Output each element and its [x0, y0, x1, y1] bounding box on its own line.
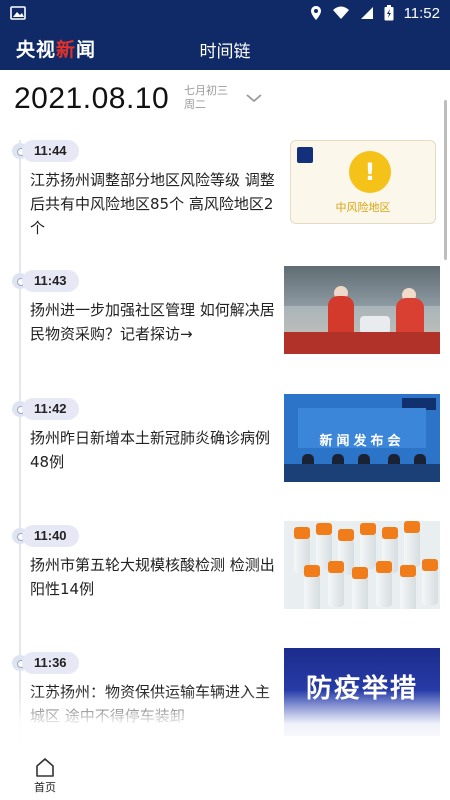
news-headline[interactable]: 扬州昨日新增本土新冠肺炎确诊病例48例	[30, 426, 276, 474]
time-badge: 11:42	[22, 398, 79, 420]
status-time: 11:52	[403, 4, 440, 22]
news-headline[interactable]: 扬州市第五轮大规模核酸检测 检测出阳性14例	[30, 553, 276, 601]
news-thumbnail[interactable]	[284, 521, 440, 609]
news-headline[interactable]: 扬州进一步加强社区管理 如何解决居民物资采购？记者探访→	[30, 298, 276, 346]
date-header: 2021.08.10 七月初三 周二	[0, 70, 450, 130]
risk-label: 中风险地区	[335, 201, 391, 214]
image-notification-icon	[10, 6, 26, 20]
cctv-news-logo	[297, 147, 313, 163]
warning-icon: !	[349, 151, 391, 193]
home-icon	[34, 756, 56, 778]
timeline-item[interactable]: 11:42 扬州昨日新增本土新冠肺炎确诊病例48例 新闻发布会	[0, 394, 450, 514]
location-icon	[310, 5, 322, 21]
timeline-item[interactable]: 11:40 扬州市第五轮大规模核酸检测 检测出阳性14例	[0, 521, 450, 641]
date-label: 2021.08.10	[14, 82, 170, 115]
press-banner: 新闻发布会	[319, 434, 405, 449]
time-badge: 11:36	[22, 652, 79, 674]
battery-charging-icon	[384, 5, 394, 21]
lunar-date: 七月初三 周二	[184, 84, 228, 111]
nav-home-label: 首页	[34, 781, 56, 794]
time-badge: 11:40	[22, 525, 79, 547]
timeline-item[interactable]: 11:44 江苏扬州调整部分地区风险等级 调整后共有中风险地区85个 高风险地区…	[0, 136, 450, 256]
news-thumbnail[interactable]: ! 中风险地区	[290, 140, 436, 224]
time-badge: 11:43	[22, 270, 79, 292]
news-thumbnail[interactable]: 新闻发布会	[284, 394, 440, 482]
news-headline[interactable]: 江苏扬州调整部分地区风险等级 调整后共有中风险地区85个 高风险地区2个	[30, 168, 276, 240]
time-badge: 11:44	[22, 140, 79, 162]
list-fade-overlay	[0, 690, 450, 752]
bottom-nav: 首页	[0, 752, 450, 800]
app-header: 央视新闻 时间链	[0, 26, 450, 70]
timeline-item[interactable]: 11:43 扬州进一步加强社区管理 如何解决居民物资采购？记者探访→	[0, 266, 450, 386]
page-title: 时间链	[199, 42, 251, 62]
signal-icon	[360, 6, 374, 20]
chevron-down-icon[interactable]	[244, 90, 264, 104]
news-thumbnail[interactable]	[284, 266, 440, 354]
wifi-icon	[332, 6, 350, 20]
nav-home-tab[interactable]: 首页	[28, 756, 62, 798]
status-bar: 11:52	[0, 0, 450, 26]
